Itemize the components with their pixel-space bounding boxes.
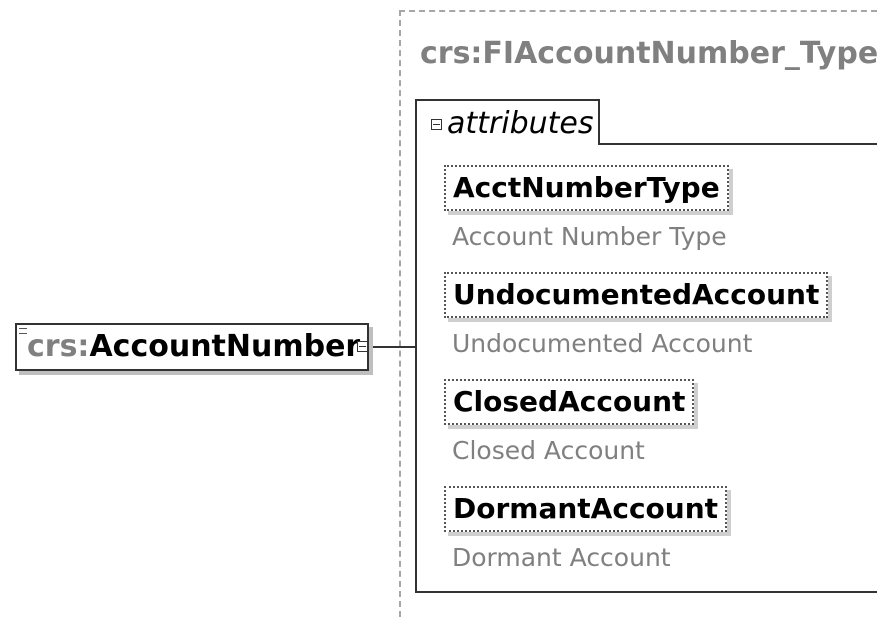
attribute-description: Undocumented Account (452, 329, 753, 358)
type-title: crs:FIAccountNumber_Type (420, 36, 877, 71)
element-account-number[interactable]: crs:AccountNumber (15, 323, 369, 371)
attributes-tab[interactable]: attributes (415, 99, 600, 145)
attribute-closedaccount[interactable]: ClosedAccount (444, 379, 695, 425)
attribute-acctnumbertype[interactable]: AcctNumberType (444, 165, 729, 211)
collapse-icon[interactable] (431, 119, 442, 130)
connector-line (371, 346, 415, 348)
attribute-description: Dormant Account (452, 543, 671, 572)
attribute-undocumentedaccount[interactable]: UndocumentedAccount (444, 272, 829, 318)
element-prefix: crs: (27, 329, 90, 364)
element-collapse-icon[interactable] (357, 341, 368, 352)
attribute-dormantaccount[interactable]: DormantAccount (444, 486, 728, 532)
attribute-description: Closed Account (452, 436, 645, 465)
element-marker-icon (19, 328, 27, 334)
attribute-description: Account Number Type (452, 222, 727, 251)
element-name: AccountNumber (89, 329, 361, 364)
attributes-label: attributes (447, 106, 594, 141)
